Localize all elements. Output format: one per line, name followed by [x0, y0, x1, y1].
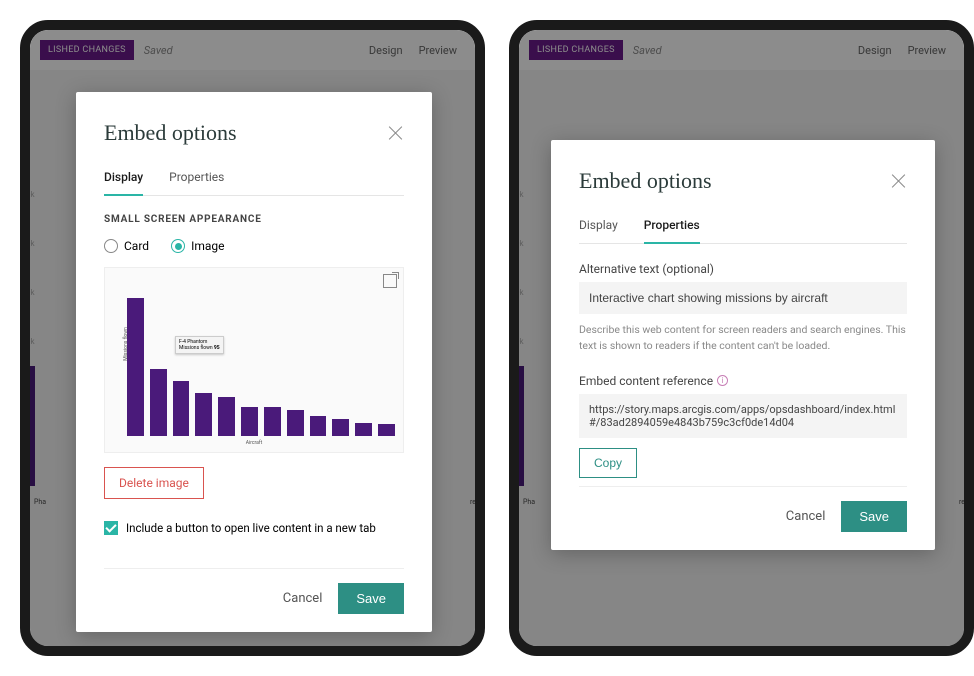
chart-preview: Missions flown F-4 Phantom Missions flow…: [104, 267, 404, 453]
chart-bar: [150, 369, 167, 436]
chart-bar: [218, 397, 235, 436]
radio-image-label: Image: [191, 239, 224, 253]
bar-chart: Missions flown F-4 Phantom Missions flow…: [113, 286, 395, 436]
alt-text-hint: Describe this web content for screen rea…: [579, 322, 907, 354]
close-icon[interactable]: [388, 125, 404, 141]
tab-display[interactable]: Display: [104, 170, 143, 196]
chart-bar: [378, 424, 395, 436]
device-right: LISHED CHANGES Saved Design Preview 0k0k…: [509, 20, 974, 656]
chart-bar: [310, 416, 327, 436]
embed-ref-label: Embed content reference i: [579, 374, 907, 388]
radio-card-label: Card: [124, 239, 149, 253]
cancel-button[interactable]: Cancel: [283, 591, 323, 606]
radio-dot-icon: [104, 239, 118, 253]
modal-title: Embed options: [104, 120, 237, 146]
embed-options-modal-properties: Embed options Display Properties Alterna…: [551, 140, 935, 550]
cancel-button[interactable]: Cancel: [786, 509, 826, 524]
open-live-checkbox-row[interactable]: Include a button to open live content in…: [104, 521, 404, 535]
delete-image-button[interactable]: Delete image: [104, 467, 204, 499]
chart-bar: [287, 410, 304, 436]
radio-image[interactable]: Image: [171, 239, 224, 253]
chart-bar: [332, 419, 349, 436]
embed-options-modal-display: Embed options Display Properties SMALL S…: [76, 92, 432, 632]
chart-ylabel: Missions flown: [123, 327, 129, 361]
modal-tabs: Display Properties: [104, 170, 404, 196]
device-left: LISHED CHANGES Saved Design Preview 0k0k…: [20, 20, 485, 656]
chart-bar: [355, 423, 372, 436]
chart-bar: [173, 381, 190, 436]
modal-footer: Cancel Save: [579, 486, 907, 532]
tab-properties[interactable]: Properties: [644, 218, 700, 244]
chart-bar: [241, 407, 258, 436]
chart-bar: [127, 298, 144, 436]
checkbox-icon[interactable]: [104, 521, 118, 535]
save-button[interactable]: Save: [338, 583, 404, 614]
info-icon[interactable]: i: [717, 375, 728, 386]
modal-footer: Cancel Save: [104, 568, 404, 614]
copy-button[interactable]: Copy: [579, 448, 637, 478]
save-button[interactable]: Save: [841, 501, 907, 532]
radio-card[interactable]: Card: [104, 239, 149, 253]
modal-title: Embed options: [579, 168, 712, 194]
chart-xlabel: Aircraft: [113, 440, 395, 446]
modal-tabs: Display Properties: [579, 218, 907, 244]
chart-tooltip: F-4 Phantom Missions flown 95: [175, 336, 224, 354]
radio-dot-icon: [171, 239, 185, 253]
checkbox-label: Include a button to open live content in…: [126, 521, 376, 535]
small-screen-label: SMALL SCREEN APPEARANCE: [104, 214, 404, 225]
alt-text-label: Alternative text (optional): [579, 262, 907, 276]
close-icon[interactable]: [891, 173, 907, 189]
appearance-radio-group: Card Image: [104, 239, 404, 253]
chart-bar: [195, 393, 212, 437]
tab-display[interactable]: Display: [579, 218, 618, 243]
chart-bar: [264, 407, 281, 436]
embed-ref-value[interactable]: https://story.maps.arcgis.com/apps/opsda…: [579, 394, 907, 438]
tab-properties[interactable]: Properties: [169, 170, 224, 195]
alt-text-input[interactable]: [579, 282, 907, 314]
